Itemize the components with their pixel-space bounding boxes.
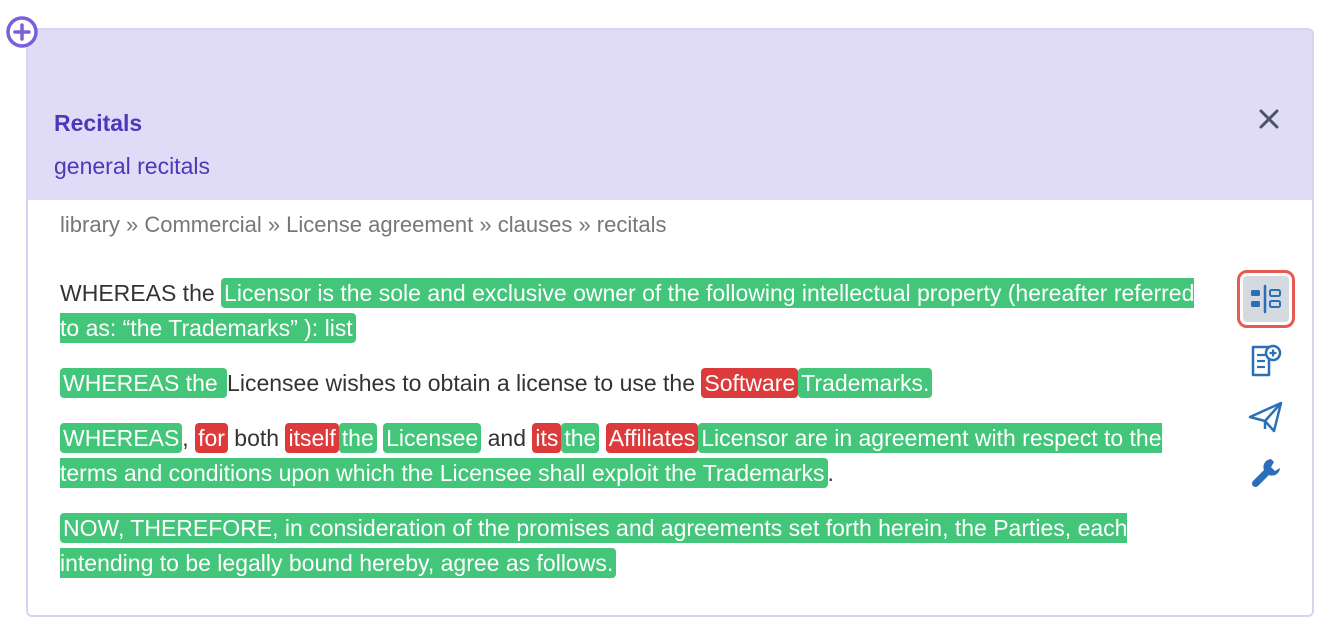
- clause-text: WHEREAS the Licensor is the sole and exc…: [60, 276, 1210, 601]
- recital-paragraph: WHEREAS the Licensee wishes to obtain a …: [60, 366, 1210, 401]
- added-text: Licensor is the sole and exclusive owner…: [60, 278, 1195, 343]
- removed-text: Affiliates: [605, 423, 699, 453]
- settings-button[interactable]: [1243, 450, 1289, 496]
- added-text: the: [561, 423, 600, 453]
- added-text: WHEREAS the: [60, 368, 228, 398]
- added-text: the: [338, 423, 377, 453]
- breadcrumb: library » Commercial » License agreement…: [60, 212, 667, 237]
- send-icon: [1248, 401, 1283, 433]
- plus-circle-icon: [6, 16, 38, 48]
- compare-layout-icon: [1251, 284, 1281, 314]
- close-icon: [1259, 109, 1279, 129]
- wrench-icon: [1251, 459, 1280, 488]
- text-segment: .: [827, 460, 834, 486]
- add-clause-button[interactable]: [4, 14, 40, 50]
- text-segment: [599, 425, 605, 451]
- added-text: WHEREAS: [60, 423, 183, 453]
- clause-title: Recitals: [54, 110, 143, 136]
- removed-text: Software: [701, 368, 799, 398]
- text-segment: Licensee wishes to obtain a license to u…: [227, 370, 702, 396]
- added-text: Trademarks.: [798, 368, 933, 398]
- add-document-icon: [1251, 344, 1282, 377]
- added-text: Licensee: [383, 423, 482, 453]
- recital-paragraph: NOW, THEREFORE, in consideration of the …: [60, 511, 1210, 581]
- removed-text: its: [532, 423, 562, 453]
- send-button[interactable]: [1243, 394, 1289, 440]
- text-segment: both: [227, 425, 286, 451]
- card-header: Recitals general recitals: [28, 30, 1312, 200]
- clause-card: Recitals general recitals library » Comm…: [26, 28, 1314, 617]
- text-segment: WHEREAS the: [60, 280, 222, 306]
- side-toolbar: [1228, 270, 1304, 506]
- close-button[interactable]: [1254, 104, 1284, 134]
- removed-text: for: [195, 423, 228, 453]
- text-segment: and: [481, 425, 533, 451]
- added-text: NOW, THEREFORE, in consideration of the …: [60, 513, 1128, 578]
- recital-paragraph: WHEREAS the Licensor is the sole and exc…: [60, 276, 1210, 346]
- recital-paragraph: WHEREAS, for both itself the Licensee and…: [60, 421, 1210, 491]
- add-document-button[interactable]: [1243, 338, 1289, 384]
- clause-subtitle: general recitals: [54, 153, 210, 179]
- compare-button[interactable]: [1237, 270, 1295, 328]
- text-segment: ,: [182, 425, 196, 451]
- removed-text: itself: [285, 423, 339, 453]
